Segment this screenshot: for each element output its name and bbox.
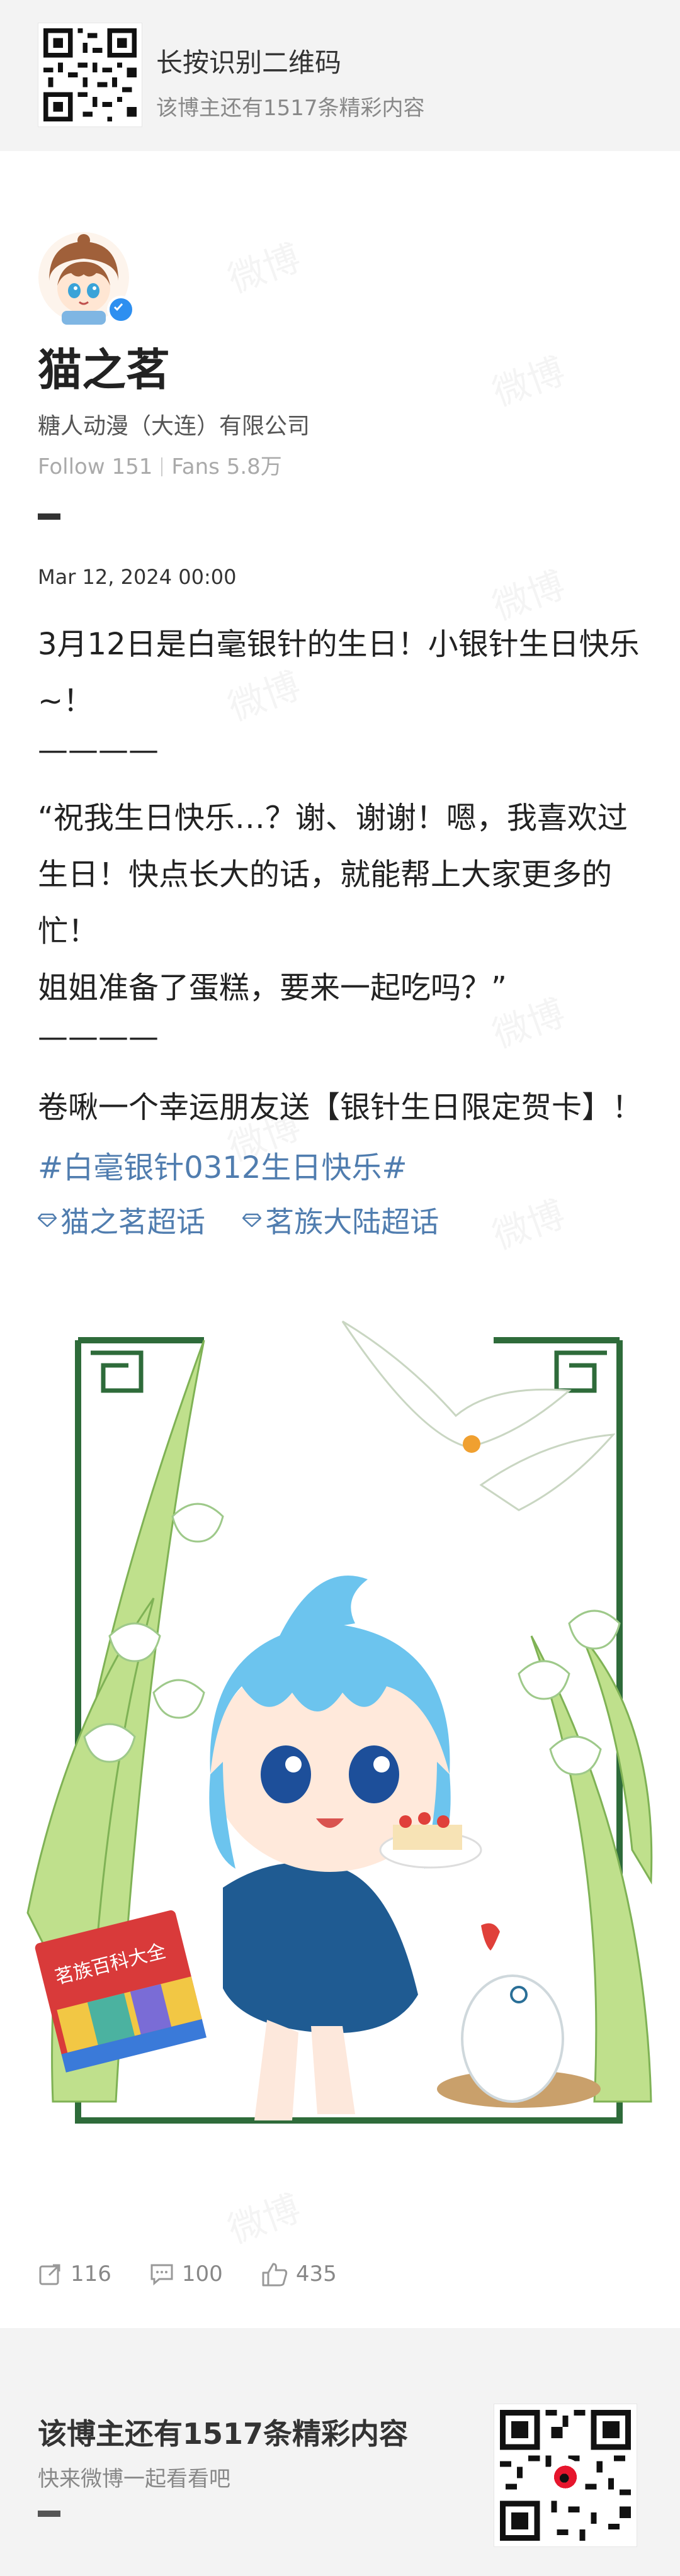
qr-code-icon[interactable] [494, 2404, 637, 2547]
post-text-line: ———— [38, 732, 159, 768]
watermark: 微博 [484, 1185, 571, 1260]
diamond-icon [38, 1213, 57, 1227]
diamond-icon [242, 1213, 262, 1227]
section-divider [38, 513, 60, 520]
action-bar: 116 100 435 [38, 2261, 337, 2287]
qr-code-icon[interactable] [38, 23, 142, 127]
profile-stats: Follow 151 Fans 5.8万 [38, 449, 282, 480]
post-date: Mar 12, 2024 00:00 [38, 565, 237, 589]
hashtag-link[interactable]: #白毫银针0312生日快乐# [38, 1143, 407, 1187]
watermark: 微博 [484, 342, 571, 417]
post-text-line: 姐姐准备了蛋糕，要来一起吃吗？” [38, 970, 507, 1005]
verified-badge-icon [107, 296, 135, 323]
topic-link[interactable]: 茗族大陆超话 [242, 1199, 439, 1241]
repost-button[interactable]: 116 [38, 2261, 111, 2287]
bottom-banner[interactable]: 该博主还有1517条精彩内容 快来微博一起看看吧 [0, 2328, 680, 2576]
divider [161, 457, 163, 476]
profile-org: 糖人动漫（大连）有限公司 [38, 413, 310, 439]
topic-link[interactable]: 猫之茗超话 [38, 1199, 205, 1241]
like-count: 435 [295, 2261, 337, 2287]
profile-name[interactable]: 猫之茗 [38, 335, 170, 398]
post-image[interactable]: 茗族百科大全 [15, 1284, 664, 2158]
page: 微博 微博 微博 微博 微博 微博 微博 微博 [0, 0, 680, 2576]
comment-count: 100 [181, 2261, 223, 2287]
comment-button[interactable]: 100 [149, 2261, 223, 2287]
watermark: 微博 [220, 656, 307, 731]
follow-count[interactable]: Follow 151 [38, 454, 152, 479]
post-text-line: ~！ [38, 683, 94, 719]
fans-count[interactable]: Fans 5.8万 [171, 454, 281, 479]
like-button[interactable]: 435 [261, 2261, 337, 2287]
post-text-line: 3月12日是白毫银针的生日！小银针生日快乐 [38, 627, 640, 662]
post-text-line: 卷啾一个幸运朋友送【银针生日限定贺卡】！ [38, 1090, 643, 1125]
top-banner-title: 长按识别二维码 [156, 47, 342, 78]
section-divider [38, 2511, 60, 2517]
top-banner-subtitle: 该博主还有1517条精彩内容 [156, 96, 425, 121]
watermark: 微博 [220, 2179, 307, 2254]
comment-icon [150, 2264, 173, 2286]
repost-count: 116 [71, 2261, 111, 2287]
post-text-line: 忙！ [38, 914, 99, 949]
bottom-banner-title: 该博主还有1517条精彩内容 [38, 2417, 409, 2451]
topics-row: 猫之茗超话 茗族大陆超话 [38, 1199, 439, 1241]
topic-label: 茗族大陆超话 [265, 1205, 439, 1239]
repost-icon [39, 2264, 60, 2285]
watermark: 微博 [220, 228, 307, 303]
post-text-line: “祝我生日快乐…？谢、谢谢！嗯，我喜欢过 [38, 800, 628, 836]
top-banner[interactable]: 长按识别二维码 该博主还有1517条精彩内容 [0, 0, 680, 151]
thumbs-up-icon [262, 2263, 287, 2287]
post-text-line: ———— [38, 1019, 159, 1055]
topic-label: 猫之茗超话 [60, 1205, 205, 1239]
bottom-banner-subtitle: 快来微博一起看看吧 [38, 2467, 230, 2492]
post-text-line: 生日！快点长大的话，就能帮上大家更多的 [38, 857, 613, 892]
